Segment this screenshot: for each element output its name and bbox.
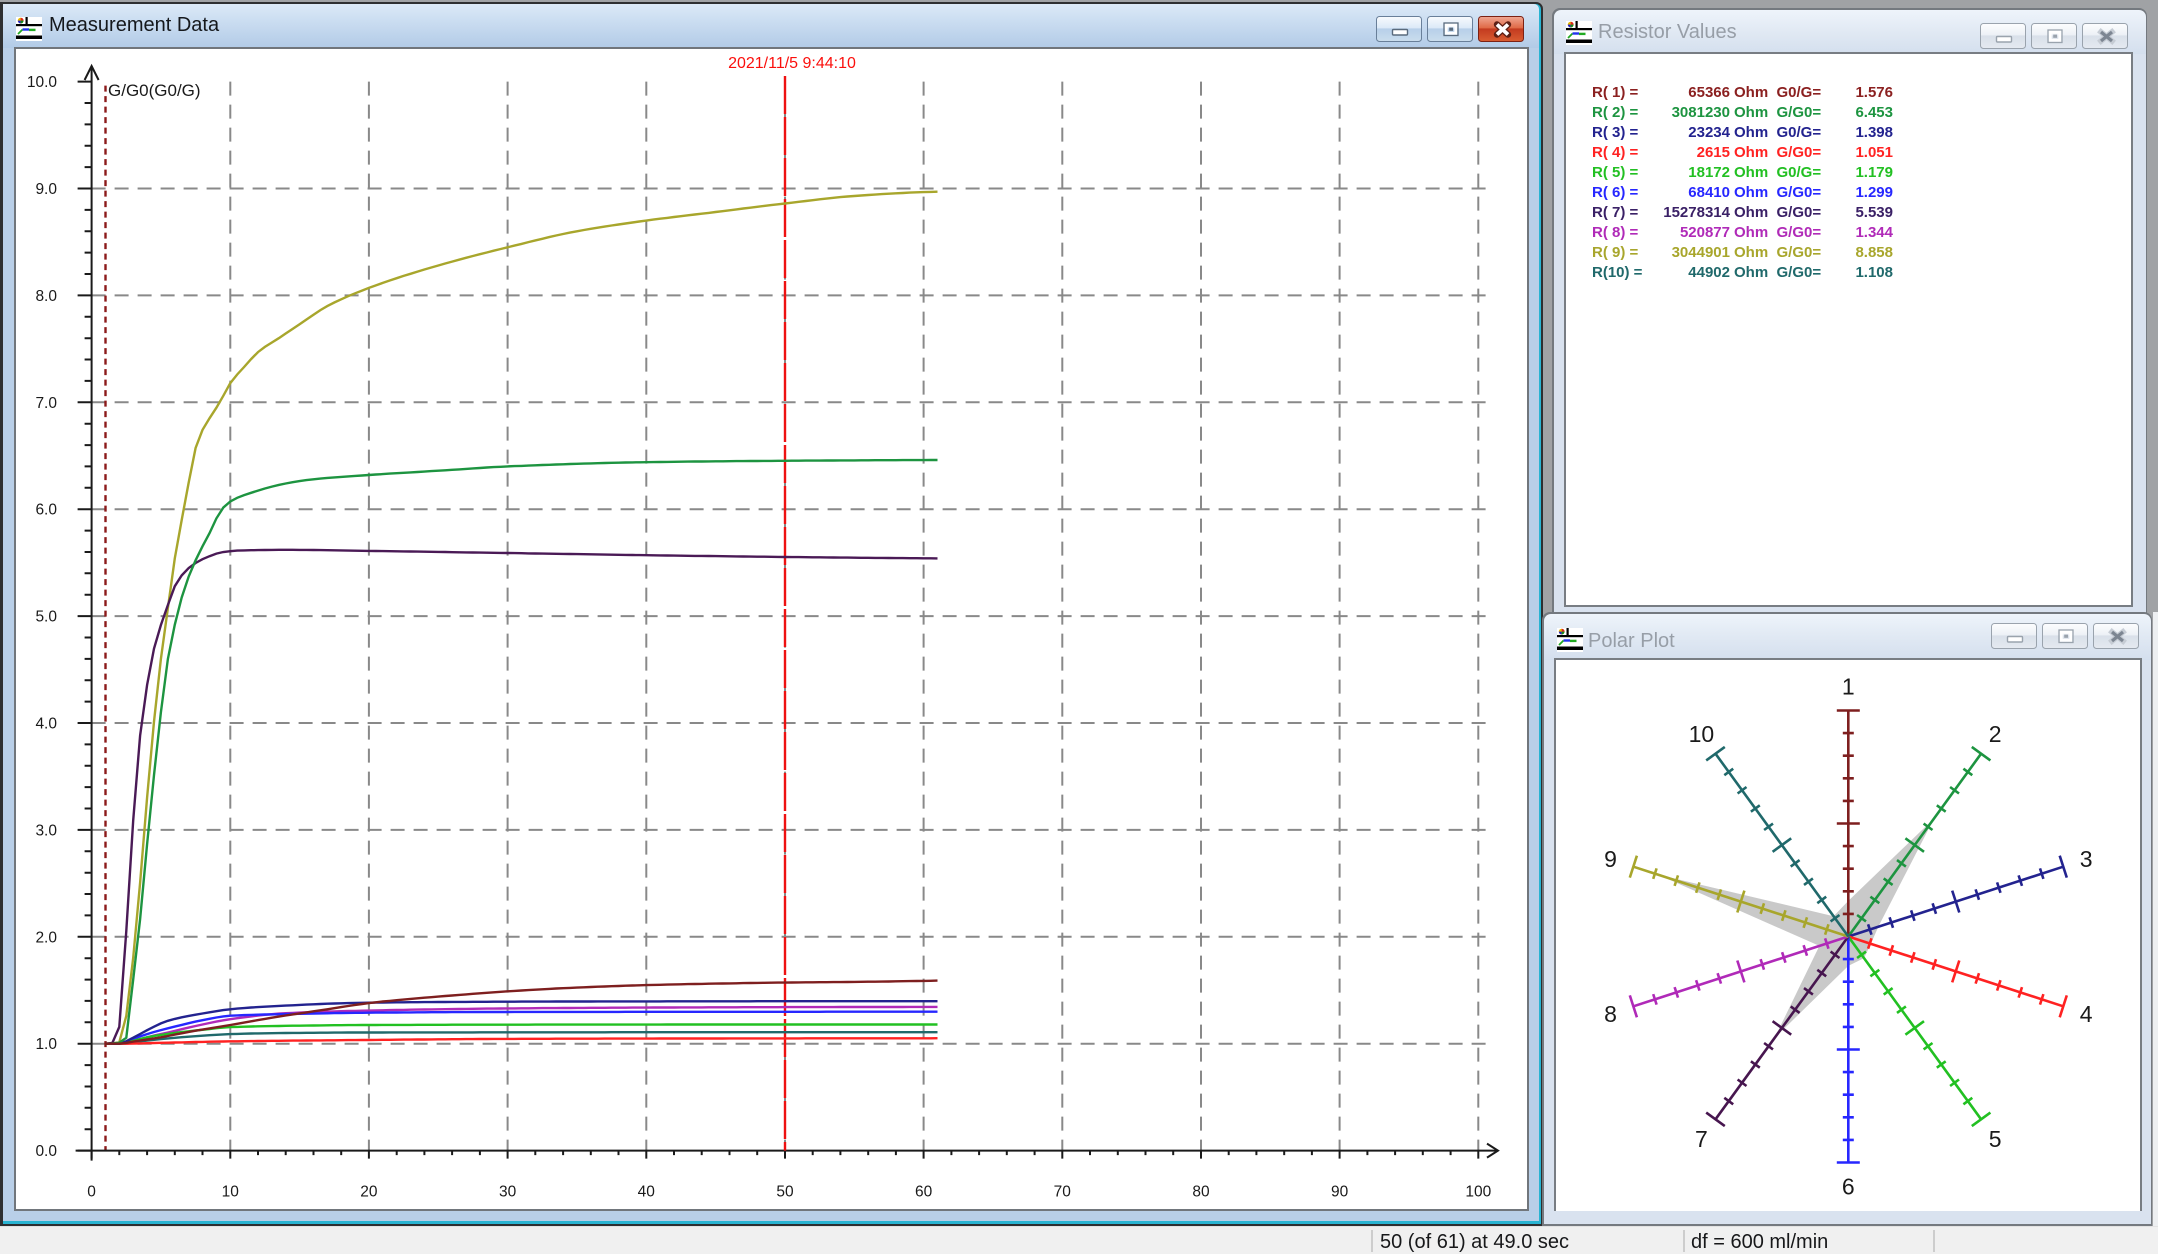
svg-text:2021/11/5 9:44:10: 2021/11/5 9:44:10 [728,55,856,72]
svg-text:20: 20 [360,1184,378,1201]
svg-text:9: 9 [1604,846,1617,872]
svg-text:7: 7 [1695,1125,1708,1151]
svg-text:30: 30 [499,1184,517,1201]
svg-text:70: 70 [1054,1184,1072,1201]
svg-text:0: 0 [87,1184,96,1201]
svg-text:6.0: 6.0 [35,502,57,519]
svg-text:60: 60 [915,1184,933,1201]
svg-text:G/G0(G0/G): G/G0(G0/G) [108,81,201,100]
svg-text:10: 10 [222,1184,240,1201]
svg-text:1.0: 1.0 [35,1036,57,1053]
svg-text:8.0: 8.0 [35,288,57,305]
svg-text:2.0: 2.0 [35,929,57,946]
svg-text:50: 50 [776,1184,794,1201]
svg-text:3: 3 [2079,846,2092,872]
svg-text:5.0: 5.0 [35,609,57,626]
svg-text:0.0: 0.0 [35,1143,57,1160]
svg-text:4: 4 [2079,1000,2092,1026]
svg-text:100: 100 [1465,1184,1491,1201]
svg-text:80: 80 [1192,1184,1210,1201]
svg-text:5: 5 [1988,1125,2001,1151]
svg-text:10: 10 [1688,721,1714,747]
svg-text:40: 40 [638,1184,656,1201]
svg-text:1: 1 [1841,673,1854,699]
svg-text:7.0: 7.0 [35,395,57,412]
svg-text:6: 6 [1841,1173,1854,1199]
svg-text:10.0: 10.0 [27,74,58,91]
svg-text:8: 8 [1604,1000,1617,1026]
svg-text:4.0: 4.0 [35,716,57,733]
svg-text:90: 90 [1331,1184,1349,1201]
svg-text:3.0: 3.0 [35,822,57,839]
svg-text:9.0: 9.0 [35,181,57,198]
svg-text:2: 2 [1988,721,2001,747]
